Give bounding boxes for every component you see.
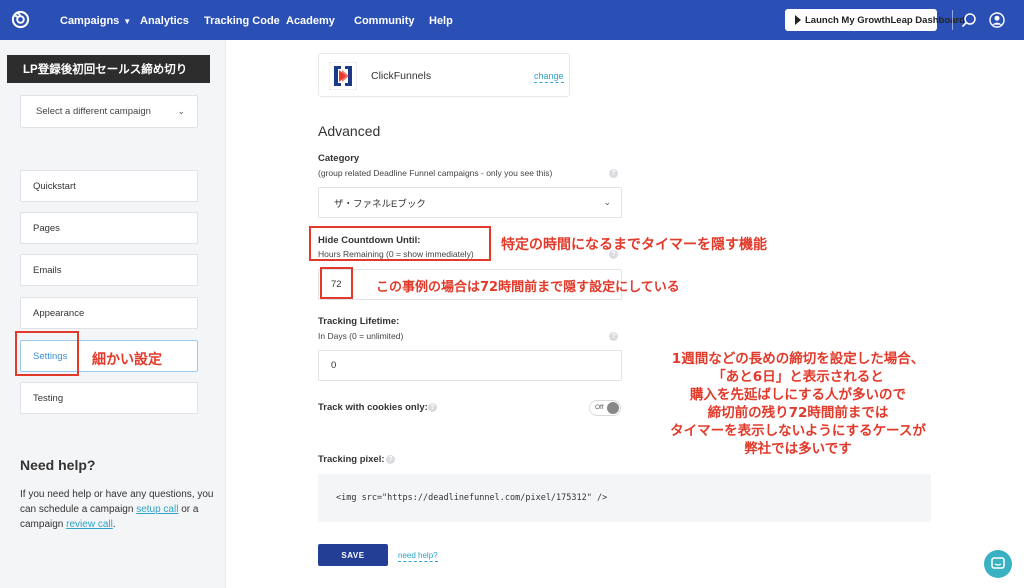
search-icon[interactable] (961, 12, 977, 28)
annotation-hide-feature: 特定の時間になるまでタイマーを隠す機能 (501, 237, 767, 253)
setup-call-link[interactable]: setup call (136, 504, 178, 515)
nav-help[interactable]: Help (429, 15, 453, 27)
chat-icon (991, 557, 1005, 569)
category-help-text: (group related Deadline Funnel campaigns… (318, 168, 553, 178)
review-call-link[interactable]: review call (66, 519, 113, 530)
chevron-down-icon: ▼ (123, 17, 132, 26)
nav-divider (952, 10, 953, 30)
play-icon (795, 15, 801, 25)
integration-card: ClickFunnels change (318, 53, 570, 97)
campaign-select-dropdown[interactable]: Select a different campaign ⌄ (20, 95, 198, 128)
launch-dashboard-label: Launch My GrowthLeap Dashboard (805, 14, 965, 26)
tracking-pixel-label: Tracking pixel: (318, 454, 385, 465)
cookies-only-label: Track with cookies only: (318, 402, 428, 413)
info-icon[interactable]: ? (609, 332, 618, 341)
top-navigation-bar: Campaigns ▼ Analytics Tracking Code Acade… (0, 0, 1024, 40)
annotation-explanation-line: 「あと6日」と表示されると (712, 369, 884, 385)
annotation-highlight-settings (15, 331, 79, 376)
tracking-pixel-code[interactable]: <img src="https://deadlinefunnel.com/pix… (318, 474, 931, 522)
annotation-explanation-line: 購入を先延ばしにする人が多いので (689, 387, 907, 403)
clickfunnels-logo-icon (329, 62, 357, 90)
campaign-select-label: Select a different campaign (36, 106, 151, 117)
need-help-link[interactable]: need help? (398, 551, 438, 562)
need-help-heading: Need help? (20, 457, 96, 473)
launch-dashboard-button[interactable]: Launch My GrowthLeap Dashboard (785, 9, 965, 31)
nav-campaigns[interactable]: Campaigns ▼ (60, 15, 131, 27)
annotation-example-72: この事例の場合は72時間前まで隠す設定にしている (376, 280, 680, 295)
category-label: Category (318, 153, 360, 164)
sidebar-item-testing[interactable]: Testing (20, 382, 198, 414)
tracking-lifetime-value: 0 (331, 360, 337, 371)
annotation-settings-note: 細かい設定 (92, 352, 162, 368)
need-help-text-part: . (112, 519, 116, 530)
annotation-highlight-72-value (320, 267, 353, 299)
nav-academy[interactable]: Academy (286, 15, 335, 27)
sidebar-item-quickstart[interactable]: Quickstart (20, 170, 198, 202)
info-icon[interactable]: ? (386, 455, 395, 464)
annotation-highlight-hide-countdown (309, 226, 491, 261)
integration-name: ClickFunnels (371, 70, 432, 82)
category-select[interactable]: ザ・ファネルEブック ⌄ (318, 187, 622, 218)
campaign-name-banner: LP登録後初回セールス締め切り (7, 55, 210, 83)
tracking-lifetime-help-text: In Days (0 = unlimited) (318, 331, 404, 341)
tracking-lifetime-label: Tracking Lifetime: (318, 316, 400, 327)
cookies-only-toggle[interactable]: Off (589, 400, 621, 416)
info-icon[interactable]: ? (428, 403, 437, 412)
annotation-explanation-line: 弊社では多いです (744, 441, 852, 457)
nav-analytics[interactable]: Analytics (140, 15, 189, 27)
tracking-lifetime-input[interactable]: 0 (318, 350, 622, 381)
change-integration-link[interactable]: change (534, 71, 564, 83)
sidebar-item-pages[interactable]: Pages (20, 212, 198, 244)
advanced-section-title: Advanced (318, 123, 381, 139)
save-button[interactable]: SAVE (318, 544, 388, 566)
annotation-explanation-line: 締切前の残り72時間前までは (707, 405, 889, 421)
chat-support-button[interactable] (984, 550, 1012, 578)
deadline-funnel-logo-icon[interactable] (11, 10, 30, 29)
info-icon[interactable]: ? (609, 169, 618, 178)
annotation-explanation-line: タイマーを表示しないようにするケースが (670, 423, 926, 439)
nav-tracking-code[interactable]: Tracking Code (204, 15, 280, 27)
need-help-text: If you need help or have any questions, … (20, 487, 215, 532)
sidebar: LP登録後初回セールス締め切り Select a different campa… (0, 40, 226, 588)
nav-community[interactable]: Community (354, 15, 415, 27)
chevron-down-icon: ⌄ (177, 106, 185, 116)
sidebar-item-appearance[interactable]: Appearance (20, 297, 198, 329)
annotation-explanation: 1週間などの長めの締切を設定した場合、 「あと6日」と表示されると 購入を先延ば… (618, 350, 978, 458)
chevron-down-icon: ⌄ (603, 197, 611, 207)
annotation-explanation-line: 1週間などの長めの締切を設定した場合、 (671, 351, 925, 367)
toggle-state-label: Off (595, 404, 604, 411)
category-selected-value: ザ・ファネルEブック (334, 198, 426, 210)
user-account-icon[interactable] (989, 12, 1005, 28)
sidebar-item-emails[interactable]: Emails (20, 254, 198, 286)
